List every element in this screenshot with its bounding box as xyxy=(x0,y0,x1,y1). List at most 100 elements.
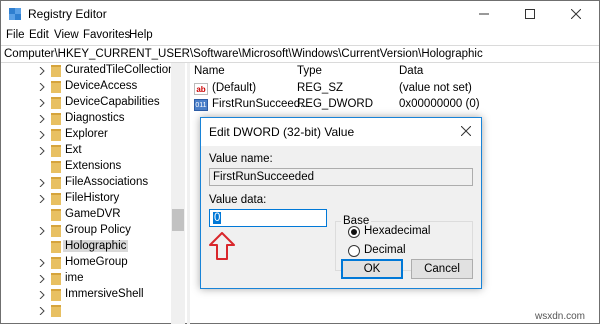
close-button[interactable] xyxy=(553,1,599,27)
tree-item-label: Extensions xyxy=(65,160,122,172)
string-value-icon: ab xyxy=(194,83,208,95)
chevron-right-icon xyxy=(39,99,45,107)
pane-splitter[interactable] xyxy=(187,63,190,324)
tree-item-selected[interactable]: Holographic xyxy=(1,239,171,255)
address-bar[interactable]: Computer\HKEY_CURRENT_USER\Software\Micr… xyxy=(1,45,599,63)
registry-app-icon xyxy=(9,8,21,20)
hexadecimal-radio[interactable] xyxy=(348,226,360,238)
tree-item-label: ImmersiveShell xyxy=(65,288,144,300)
tree-scrollbar-thumb[interactable] xyxy=(172,209,184,231)
decimal-label[interactable]: Decimal xyxy=(364,244,406,256)
folder-icon xyxy=(51,145,61,157)
folder-icon xyxy=(51,161,61,173)
tree-item[interactable]: Explorer xyxy=(1,127,171,143)
chevron-right-icon xyxy=(39,275,45,283)
folder-icon xyxy=(51,257,61,269)
tree-item-label: FileHistory xyxy=(65,192,120,204)
maximize-icon xyxy=(525,9,535,19)
value-data-text: 0 xyxy=(213,212,222,224)
chevron-right-icon xyxy=(39,307,45,315)
chevron-right-icon xyxy=(39,67,45,75)
tree-item[interactable]: DeviceCapabilities xyxy=(1,95,171,111)
tree-item[interactable]: Extensions xyxy=(1,159,171,175)
folder-icon xyxy=(51,65,61,77)
dialog-close-button[interactable] xyxy=(453,120,479,142)
value-type: REG_DWORD xyxy=(297,98,374,110)
column-header-name[interactable]: Name xyxy=(194,65,225,77)
menu-help[interactable]: Help xyxy=(129,29,153,41)
value-data: 0x00000000 (0) xyxy=(399,98,480,110)
value-name-field: FirstRunSucceeded xyxy=(209,168,473,186)
tree-item-label: Diagnostics xyxy=(65,112,125,124)
menu-view[interactable]: View xyxy=(54,29,79,41)
minimize-button[interactable] xyxy=(461,1,507,27)
dialog-title: Edit DWORD (32-bit) Value xyxy=(209,125,355,139)
tree-item[interactable]: DeviceAccess xyxy=(1,79,171,95)
chevron-right-icon xyxy=(39,291,45,299)
tree-item-label: Holographic xyxy=(63,240,129,252)
tree-item[interactable]: Diagnostics xyxy=(1,111,171,127)
value-data-input[interactable]: 0 xyxy=(209,209,327,227)
column-header-data[interactable]: Data xyxy=(399,65,423,77)
tree-item[interactable]: HomeGroup xyxy=(1,255,171,271)
binary-value-icon: 011 xyxy=(194,99,208,111)
tree-item[interactable]: Group Policy xyxy=(1,223,171,239)
tree-item[interactable]: GameDVR xyxy=(1,207,171,223)
value-name: (Default) xyxy=(212,82,257,94)
chevron-right-icon xyxy=(39,227,45,235)
up-arrow-icon xyxy=(209,232,235,260)
tree-item[interactable]: FileHistory xyxy=(1,191,171,207)
folder-icon xyxy=(51,209,61,221)
tree-item-label: HomeGroup xyxy=(65,256,128,268)
close-icon xyxy=(571,9,581,19)
decimal-radio[interactable] xyxy=(348,245,360,257)
tree-item[interactable]: FileAssociations xyxy=(1,175,171,191)
menu-file[interactable]: File xyxy=(6,29,25,41)
tree-scrollbar[interactable] xyxy=(171,63,185,324)
folder-icon xyxy=(51,289,61,301)
tree-item[interactable] xyxy=(1,303,171,319)
key-tree: CuratedTileCollections DeviceAccess Devi… xyxy=(1,63,187,324)
tree-item-label: DeviceCapabilities xyxy=(65,96,160,108)
watermark: wsxdn.com xyxy=(535,311,586,322)
cancel-button[interactable]: Cancel xyxy=(411,259,473,279)
ok-button[interactable]: OK xyxy=(341,259,403,279)
folder-icon xyxy=(51,129,61,141)
folder-icon xyxy=(51,81,61,93)
tree-item[interactable]: Ext xyxy=(1,143,171,159)
chevron-right-icon xyxy=(39,83,45,91)
registry-editor-window: Registry Editor File Edit View Favorites… xyxy=(0,0,600,324)
tree-item-label: FileAssociations xyxy=(65,176,149,188)
folder-icon xyxy=(51,113,61,125)
hexadecimal-label[interactable]: Hexadecimal xyxy=(364,225,430,237)
tree-item-label: DeviceAccess xyxy=(65,80,138,92)
chevron-right-icon xyxy=(39,147,45,155)
tree-item[interactable]: CuratedTileCollections xyxy=(1,63,180,79)
folder-icon xyxy=(51,225,61,237)
tree-item-label: GameDVR xyxy=(65,208,121,220)
chevron-right-icon xyxy=(39,131,45,139)
column-header-type[interactable]: Type xyxy=(297,65,322,77)
maximize-button[interactable] xyxy=(507,1,553,27)
title-bar: Registry Editor xyxy=(1,1,599,27)
tree-item[interactable]: ime xyxy=(1,271,171,287)
value-row[interactable]: 011 FirstRunSucceed... REG_DWORD 0x00000… xyxy=(194,98,484,114)
tree-item-label: Ext xyxy=(65,144,82,156)
value-type: REG_SZ xyxy=(297,82,344,94)
folder-icon xyxy=(51,193,61,205)
menu-edit[interactable]: Edit xyxy=(29,29,49,41)
tree-item[interactable]: ImmersiveShell xyxy=(1,287,171,303)
tree-item-label: Group Policy xyxy=(65,224,131,236)
value-row[interactable]: ab (Default) REG_SZ (value not set) xyxy=(194,82,474,98)
value-data-label: Value data: xyxy=(209,194,267,206)
value-name: FirstRunSucceed... xyxy=(212,98,310,110)
close-icon xyxy=(461,126,471,136)
tree-item-label: CuratedTileCollections xyxy=(65,64,181,76)
menu-bar: File Edit View Favorites Help xyxy=(1,27,599,45)
value-name-label: Value name: xyxy=(209,153,273,165)
menu-favorites[interactable]: Favorites xyxy=(83,29,130,41)
folder-icon xyxy=(51,305,61,317)
dialog-body: Value name: FirstRunSucceeded Value data… xyxy=(201,146,481,288)
chevron-right-icon xyxy=(39,259,45,267)
tree-item-label: ime xyxy=(65,272,84,284)
